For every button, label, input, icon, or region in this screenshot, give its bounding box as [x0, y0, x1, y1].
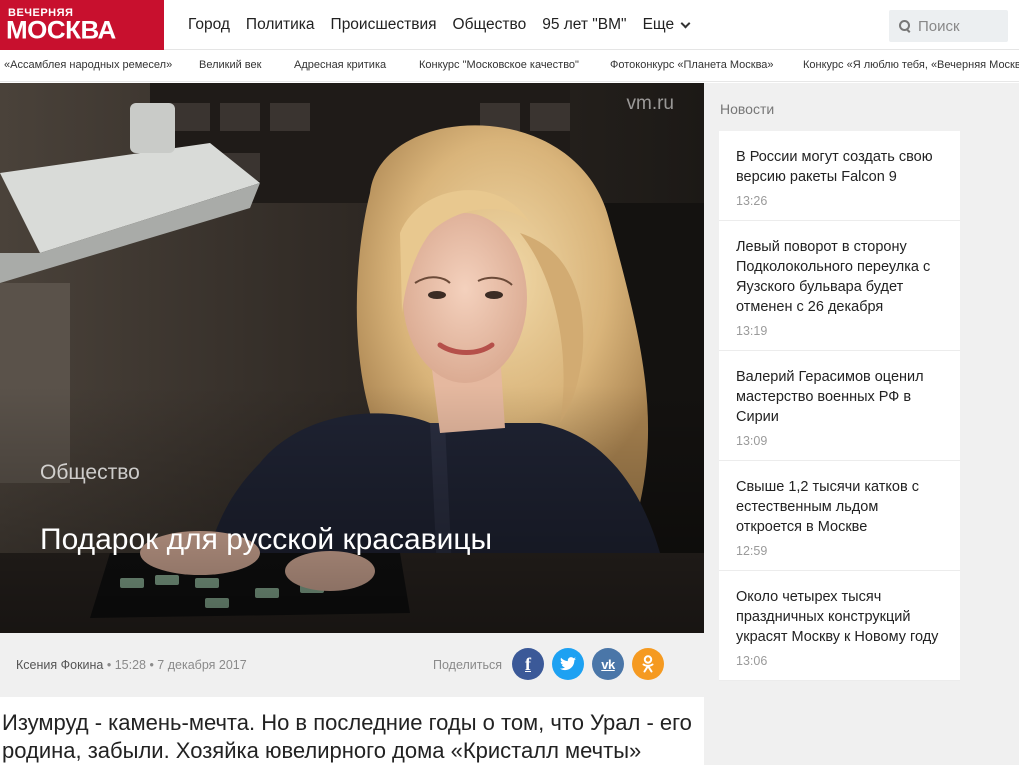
news-time: 13:19: [736, 324, 768, 338]
vk-share-button[interactable]: vk: [592, 648, 624, 680]
subnav-item-velikiy-vek[interactable]: Великий век: [199, 59, 261, 71]
facebook-icon: f: [525, 653, 531, 674]
nav-item-95-let[interactable]: 95 лет "ВМ": [542, 16, 626, 34]
facebook-share-button[interactable]: f: [512, 648, 544, 680]
main-nav: Город Политика Происшествия Общество 95 …: [188, 0, 705, 50]
news-list: В России могут создать свою версию ракет…: [719, 131, 960, 681]
news-time: 12:59: [736, 544, 768, 558]
special-projects-bar: «Ассамблея народных ремесел» Великий век…: [0, 51, 1019, 82]
odnoklassniki-share-button[interactable]: [632, 648, 664, 680]
publish-time: • 15:28 • 7 декабря 2017: [106, 658, 247, 672]
search-icon: [899, 20, 911, 32]
news-item[interactable]: Около четырех тысяч праздничных конструк…: [719, 571, 960, 681]
news-item[interactable]: Свыше 1,2 тысячи катков с естественным л…: [719, 461, 960, 571]
news-time: 13:06: [736, 654, 768, 668]
author-link[interactable]: Ксения Фокина: [16, 658, 103, 672]
article-meta: Ксения Фокина • 15:28 • 7 декабря 2017 П…: [0, 633, 704, 697]
subnav-item-assambleya[interactable]: «Ассамблея народных ремесел»: [4, 59, 172, 71]
article-category[interactable]: Общество: [40, 461, 140, 485]
news-title[interactable]: Левый поворот в сторону Подколокольного …: [736, 237, 944, 317]
news-title[interactable]: Свыше 1,2 тысячи катков с естественным л…: [736, 477, 944, 537]
news-title[interactable]: В России могут создать свою версию ракет…: [736, 147, 944, 187]
twitter-icon: [560, 657, 576, 671]
odnoklassniki-icon: [642, 655, 654, 673]
subnav-item-adresnaya-kritika[interactable]: Адресная критика: [294, 59, 386, 71]
subnav-item-ya-lyublyu-tebya[interactable]: Конкурс «Я люблю тебя, «Вечерняя Москва»: [803, 59, 1019, 71]
news-title[interactable]: Около четырех тысяч праздничных конструк…: [736, 587, 944, 647]
vk-icon: vk: [601, 656, 615, 672]
nav-item-proisshestviya[interactable]: Происшествия: [331, 16, 437, 34]
article-hero: vm.ru Общество Подарок для русской краса…: [0, 83, 704, 633]
site-header: ВЕЧЕРНЯЯ МОСКВА Город Политика Происшест…: [0, 0, 1019, 50]
nav-item-obshchestvo[interactable]: Общество: [453, 16, 527, 34]
logo-main-text: МОСКВА: [6, 15, 116, 45]
nav-more-label: Еще: [642, 16, 675, 33]
article-title: Подарок для русской красавицы: [40, 523, 493, 556]
subnav-item-planeta-moskva[interactable]: Фотоконкурс «Планета Москва»: [610, 59, 774, 71]
search-input[interactable]: [918, 17, 998, 35]
chevron-down-icon: [680, 18, 691, 28]
news-heading: Новости: [720, 101, 775, 117]
byline: Ксения Фокина • 15:28 • 7 декабря 2017: [16, 658, 247, 672]
nav-item-politika[interactable]: Политика: [246, 16, 315, 34]
news-time: 13:09: [736, 434, 768, 448]
twitter-share-button[interactable]: [552, 648, 584, 680]
nav-more-menu[interactable]: Еще: [642, 16, 691, 34]
search-box[interactable]: [889, 10, 1008, 42]
subnav-item-moskovskoe-kachestvo[interactable]: Конкурс "Московское качество": [419, 59, 579, 71]
news-title[interactable]: Валерий Герасимов оценил мастерство воен…: [736, 367, 944, 427]
news-item[interactable]: В России могут создать свою версию ракет…: [719, 131, 960, 221]
site-logo[interactable]: ВЕЧЕРНЯЯ МОСКВА: [0, 0, 164, 50]
photo-watermark: vm.ru: [626, 93, 675, 114]
article-lead: Изумруд - камень-мечта. Но в последние г…: [0, 697, 704, 765]
share-label: Поделиться: [433, 658, 503, 672]
news-item[interactable]: Валерий Герасимов оценил мастерство воен…: [719, 351, 960, 461]
nav-item-gorod[interactable]: Город: [188, 16, 230, 34]
news-item[interactable]: Левый поворот в сторону Подколокольного …: [719, 221, 960, 351]
lead-paragraph: Изумруд - камень-мечта. Но в последние г…: [2, 710, 692, 763]
news-time: 13:26: [736, 194, 768, 208]
